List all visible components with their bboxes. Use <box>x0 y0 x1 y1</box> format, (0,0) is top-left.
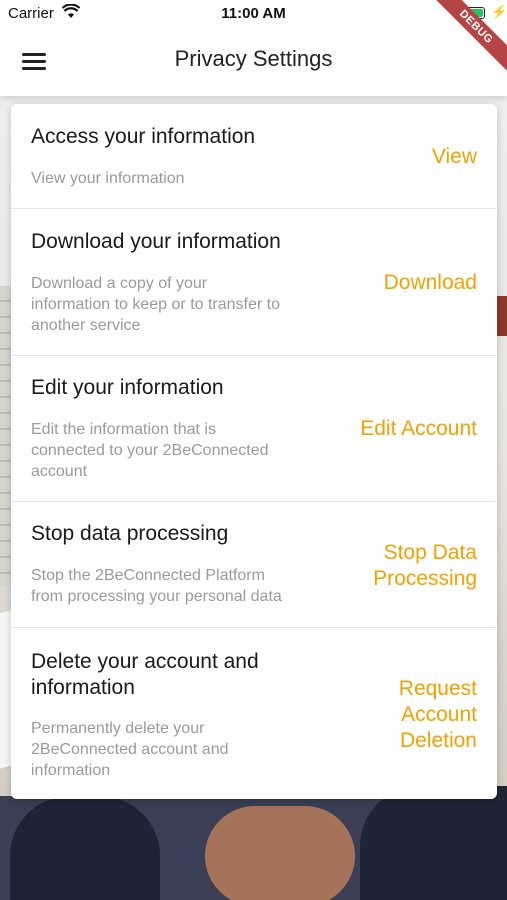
list-item-delete: Delete your account and information Perm… <box>11 628 497 799</box>
item-description: View your information <box>31 170 185 187</box>
person-right-shape <box>360 786 507 900</box>
status-bar: Carrier 11:00 AM ⚡ <box>0 0 507 28</box>
item-heading: Access your information <box>31 125 256 148</box>
item-heading: Download your information <box>31 230 281 253</box>
edit-account-button[interactable]: Edit Account <box>360 416 477 442</box>
item-heading: Edit your information <box>31 376 224 399</box>
download-button[interactable]: Download <box>384 270 477 296</box>
list-item-stop-processing: Stop data processing Stop the 2BeConnect… <box>11 502 497 628</box>
stop-data-processing-button[interactable]: Stop Data Processing <box>373 540 477 592</box>
page-title: Privacy Settings <box>174 46 333 71</box>
request-account-deletion-button[interactable]: Request Account Deletion <box>399 676 477 754</box>
charging-bolt-icon: ⚡ <box>491 4 507 19</box>
hand-shape <box>205 806 355 900</box>
list-item-edit: Edit your information Edit the informati… <box>11 356 497 502</box>
item-description: Permanently delete your 2BeConnected acc… <box>31 720 229 779</box>
item-heading: Stop data processing <box>31 522 229 545</box>
privacy-settings-card: Access your information View your inform… <box>11 104 497 799</box>
item-description: Stop the 2BeConnected Platform from proc… <box>31 567 282 605</box>
person-left-shape <box>10 796 160 900</box>
item-heading: Delete your account and information <box>31 650 259 699</box>
app-bar: Privacy Settings <box>0 28 507 96</box>
view-button[interactable]: View <box>432 144 477 170</box>
list-item-download: Download your information Download a cop… <box>11 209 497 356</box>
status-time: 11:00 AM <box>221 5 286 22</box>
list-item-access: Access your information View your inform… <box>11 104 497 209</box>
item-description: Download a copy of your information to k… <box>31 275 281 334</box>
item-description: Edit the information that is connected t… <box>31 421 269 480</box>
